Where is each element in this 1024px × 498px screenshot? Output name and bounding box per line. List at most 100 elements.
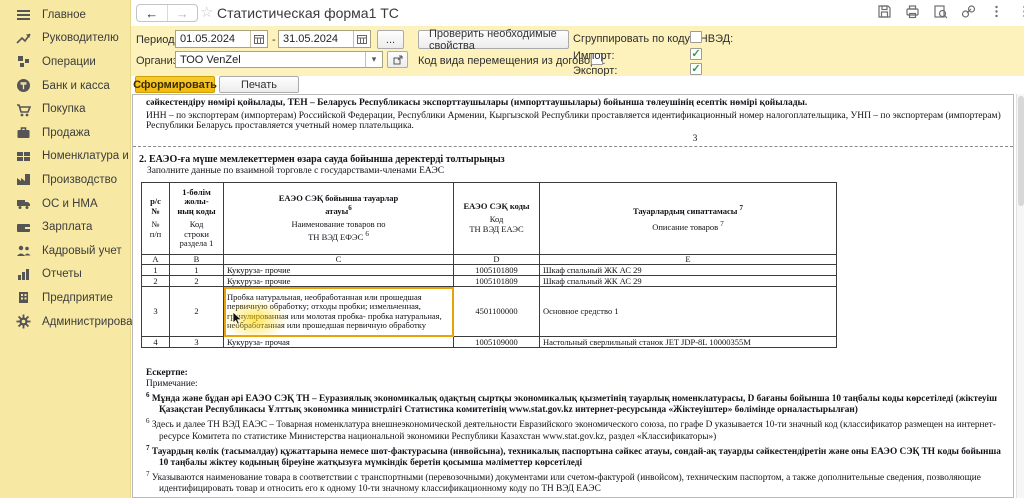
cell-description[interactable]: Настольный сверлильный станок JET JDP-8L… bbox=[540, 337, 837, 348]
cell-line-code[interactable]: 3 bbox=[170, 337, 224, 348]
period-from-input[interactable]: 01.05.2024 bbox=[175, 30, 268, 48]
cell-tnved-code[interactable]: 4501100000 bbox=[454, 287, 540, 337]
cell-description[interactable]: Основное средство 1 bbox=[540, 287, 837, 337]
sidebar-item-label: Предприятие bbox=[42, 292, 113, 304]
period-label: Период: bbox=[136, 34, 178, 46]
favorite-star-icon[interactable]: ☆ bbox=[194, 3, 219, 21]
footnote: 7 Тауардың көлік (тасымалдау) құжаттарын… bbox=[146, 443, 1001, 469]
vertical-scrollbar[interactable] bbox=[1016, 94, 1024, 498]
cell-line-code[interactable]: 1 bbox=[170, 265, 224, 276]
selected-cell-goods-name[interactable]: Пробка натуральная, необработанная или п… bbox=[224, 287, 454, 337]
save-icon[interactable] bbox=[877, 4, 892, 19]
import-checkbox[interactable]: ✓ bbox=[690, 48, 702, 60]
back-button[interactable]: ← bbox=[137, 5, 168, 21]
letter-cell[interactable]: A bbox=[142, 254, 170, 265]
sidebar-item-reports[interactable]: Отчеты bbox=[0, 263, 130, 287]
cell-row-number[interactable]: 1 bbox=[142, 265, 170, 276]
sidebar-item-purchase[interactable]: Покупка bbox=[0, 97, 130, 121]
sidebar-item-operations[interactable]: Операции bbox=[0, 50, 130, 74]
import-label: Импорт: bbox=[573, 50, 615, 62]
cell-line-code[interactable]: 2 bbox=[170, 287, 224, 337]
sidebar-item-fixed-assets[interactable]: ОС и НМА bbox=[0, 192, 130, 216]
print-button[interactable]: Печать bbox=[219, 76, 299, 93]
sidebar-item-hr[interactable]: Кадровый учет bbox=[0, 239, 130, 263]
header-cell-row-number[interactable]: р/с № № п/п bbox=[142, 182, 170, 254]
cell-goods-name[interactable]: Кукуруза- прочие bbox=[224, 276, 454, 287]
footnote: 7 Указываются наименование товара в соот… bbox=[146, 469, 1001, 495]
cell-row-number[interactable]: 3 bbox=[142, 287, 170, 337]
page-number: 3 bbox=[683, 134, 707, 144]
building-icon bbox=[16, 290, 31, 305]
sidebar-item-main[interactable]: Главное bbox=[0, 3, 130, 27]
cell-line-code[interactable]: 2 bbox=[170, 276, 224, 287]
scrollbar-thumb[interactable] bbox=[1018, 96, 1024, 206]
cell-tnved-code[interactable]: 1005101809 bbox=[454, 276, 540, 287]
chevron-down-icon[interactable]: ▾ bbox=[365, 52, 382, 67]
section-title-ru: Заполните данные по взаимной торговле с … bbox=[147, 166, 1013, 176]
group-by-tnved-checkbox[interactable] bbox=[690, 31, 702, 43]
letter-cell[interactable]: E bbox=[540, 254, 837, 265]
header-cell-line-code[interactable]: 1-бөлім жолы- ның коды Код строки раздел… bbox=[170, 182, 224, 254]
cell-row-number[interactable]: 4 bbox=[142, 337, 170, 348]
sidebar-item-administration[interactable]: Администрирование bbox=[0, 310, 130, 334]
truck-icon bbox=[16, 196, 31, 211]
cell-tnved-code[interactable]: 1005101809 bbox=[454, 265, 540, 276]
sidebar-item-label: ОС и НМА bbox=[42, 198, 98, 210]
cell-goods-name[interactable]: Кукуруза- прочая bbox=[224, 337, 454, 348]
table-header-row: р/с № № п/п 1-бөлім жолы- ның коды Код с… bbox=[142, 182, 837, 254]
sidebar-item-salary[interactable]: Зарплата bbox=[0, 215, 130, 239]
period-to-input[interactable]: 31.05.2024 bbox=[278, 30, 371, 48]
sidebar-item-manager[interactable]: Руководителю bbox=[0, 27, 130, 51]
table-row: 1 1 Кукуруза- прочие 1005101809 Шкаф спа… bbox=[142, 265, 837, 276]
table-row: 2 2 Кукуруза- прочие 1005101809 Шкаф спа… bbox=[142, 276, 837, 287]
header-cell-goods-name[interactable]: ЕАЭО СЭҚ бойынша тауарлар атауы6 Наимено… bbox=[224, 182, 454, 254]
sidebar-item-label: Покупка bbox=[42, 103, 85, 115]
header-cell-description[interactable]: Тауарлардың сипаттамасы 7 Описание товар… bbox=[540, 182, 837, 254]
factory-icon bbox=[16, 172, 31, 187]
letter-cell[interactable]: D bbox=[454, 254, 540, 265]
sidebar-item-production[interactable]: Производство bbox=[0, 168, 130, 192]
letter-cell[interactable]: B bbox=[170, 254, 224, 265]
calendar-icon[interactable] bbox=[250, 31, 267, 47]
page-break-line bbox=[133, 146, 1013, 147]
trend-chart-icon bbox=[16, 31, 31, 46]
sidebar-item-stock[interactable]: Номенклатура и склад bbox=[0, 145, 130, 169]
table-row: 3 2 Пробка натуральная, необработанная и… bbox=[142, 287, 837, 337]
more-dots-icon[interactable] bbox=[1017, 4, 1024, 19]
menu-icon bbox=[16, 7, 31, 22]
sidebar-item-sales[interactable]: Продажа bbox=[0, 121, 130, 145]
briefcase-icon bbox=[16, 125, 31, 140]
print-icon[interactable] bbox=[905, 4, 920, 19]
column-letters-row: A B C D E bbox=[142, 254, 837, 265]
print-preview-icon[interactable] bbox=[933, 4, 948, 19]
cell-description[interactable]: Шкаф спальный ЖК АС 29 bbox=[540, 265, 837, 276]
generate-button[interactable]: Сформировать bbox=[135, 76, 215, 93]
sidebar-item-label: Руководителю bbox=[42, 32, 119, 44]
sidebar-item-label: Кадровый учет bbox=[42, 245, 122, 257]
export-checkbox[interactable]: ✓ bbox=[690, 63, 702, 75]
organization-combobox[interactable]: ТОО VenZel ▾ bbox=[175, 51, 383, 68]
header-cell-tnved-code[interactable]: ЕАЭО СЭҚ коды Код ТН ВЭД ЕАЭС bbox=[454, 182, 540, 254]
open-organization-button[interactable] bbox=[387, 51, 408, 68]
check-properties-button[interactable]: Проверить необходимые свойства bbox=[418, 30, 569, 49]
link-icon[interactable] bbox=[961, 4, 976, 19]
intro-text-kk: сәйкестендіру нөмірі қойылады, ТЕН – Бел… bbox=[146, 98, 1001, 109]
app-window: Главное Руководителю Операции ₸ Банк и к… bbox=[0, 0, 1024, 498]
sidebar-item-enterprise[interactable]: Предприятие bbox=[0, 286, 130, 310]
cell-tnved-code[interactable]: 1005109000 bbox=[454, 337, 540, 348]
people-icon bbox=[16, 243, 31, 258]
cell-description[interactable]: Шкаф спальный ЖК АС 29 bbox=[540, 276, 837, 287]
open-form-icon bbox=[393, 55, 403, 65]
wallet-icon bbox=[16, 220, 31, 235]
cell-row-number[interactable]: 2 bbox=[142, 276, 170, 287]
forward-button[interactable]: → bbox=[168, 5, 198, 21]
cell-goods-name[interactable]: Кукуруза- прочие bbox=[224, 265, 454, 276]
letter-cell[interactable]: C bbox=[224, 254, 454, 265]
report-document: сәйкестендіру нөмірі қойылады, ТЕН – Бел… bbox=[132, 94, 1014, 498]
sidebar-item-bank[interactable]: ₸ Банк и касса bbox=[0, 74, 130, 98]
period-more-button[interactable]: ... bbox=[377, 30, 404, 49]
bank-coin-icon: ₸ bbox=[16, 78, 31, 93]
more-dots-icon[interactable] bbox=[989, 4, 1004, 19]
calendar-icon[interactable] bbox=[353, 31, 370, 47]
period-dash: - bbox=[272, 34, 276, 46]
